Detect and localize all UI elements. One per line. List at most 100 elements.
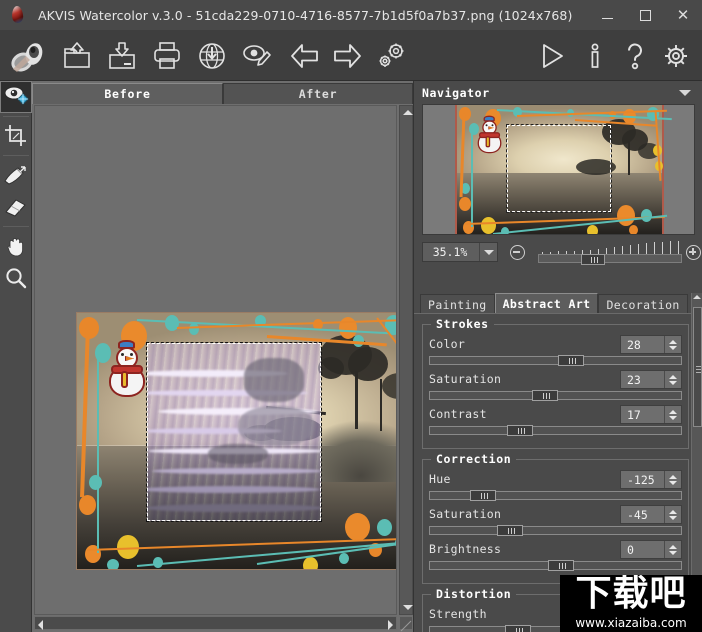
strokes-color-slider[interactable] [429,355,682,366]
scroll-left-arrow-icon[interactable] [38,620,43,630]
preview-selection-box[interactable] [146,342,322,522]
zoom-slider[interactable] [538,254,682,265]
help-question-icon[interactable] [618,39,652,73]
scroll-right-arrow-icon[interactable] [388,620,393,630]
tab-after[interactable]: After [223,83,413,104]
title-bar: AKVIS Watercolor v.3.0 - 51cda229-0710-4… [0,0,702,30]
rail-divider [3,155,29,156]
tab-abstract-art[interactable]: Abstract Art [494,293,599,314]
run-play-icon[interactable] [534,39,568,73]
group-distortion-title: Distortion [431,587,517,601]
correction-brightness-slider[interactable] [429,560,682,571]
akvis-droplet-logo-icon [7,4,29,26]
scroll-up-arrow-icon[interactable] [693,295,701,299]
spin-value: 23 [627,372,641,387]
open-image-icon[interactable] [60,39,94,73]
zoom-tool[interactable] [0,262,32,294]
spinner-arrows-icon[interactable] [664,541,681,558]
strokes-color-spinner[interactable]: 28 [620,335,682,354]
deco-dot [303,557,318,569]
settings-scroll-thumb[interactable] [693,307,702,427]
slider-thumb[interactable] [532,390,559,401]
deco-dot [89,475,102,490]
param-strokes-contrast: Contrast 17 [429,405,682,436]
print-image-icon[interactable] [150,39,184,73]
eraser-tool[interactable] [0,191,32,223]
zoom-slider-ticks [538,241,682,254]
chevron-down-icon[interactable] [679,90,691,96]
correction-saturation-slider[interactable] [429,525,682,536]
minimize-button[interactable] [588,0,626,30]
tab-before[interactable]: Before [32,83,223,104]
scroll-down-arrow-icon[interactable] [403,605,413,610]
image-view: Before After [32,81,413,632]
akvis-logo-icon [6,36,50,76]
slider-thumb[interactable] [547,560,574,571]
spinner-arrows-icon[interactable] [664,336,681,353]
akvis-watercolor-window: AKVIS Watercolor v.3.0 - 51cda229-0710-4… [0,0,702,632]
correction-hue-slider[interactable] [429,490,682,501]
zoom-slider-thumb[interactable] [581,254,605,265]
quick-preview-tool[interactable] [0,81,32,113]
param-correction-saturation: Saturation -45 [429,505,682,536]
navigator-thumbnail[interactable] [422,104,695,235]
spin-value: 28 [627,337,641,352]
correction-saturation-spinner[interactable]: -45 [620,505,682,524]
maximize-button[interactable] [626,0,664,30]
slider-thumb[interactable] [504,625,531,632]
spinner-arrows-icon[interactable] [664,406,681,423]
param-strokes-color: Color 28 [429,335,682,366]
deco-line [97,353,99,553]
canvas-vertical-scrollbar[interactable] [399,105,413,615]
tab-painting[interactable]: Painting [420,294,495,314]
spinner-arrows-icon[interactable] [664,506,681,523]
redo-arrow-icon[interactable] [330,39,364,73]
canvas-horizontal-scrollbar[interactable] [34,616,397,630]
tab-before-label: Before [104,87,151,101]
save-image-icon[interactable] [105,39,139,73]
navigator-header: Navigator [414,83,702,103]
slider-thumb[interactable] [469,490,496,501]
strokes-contrast-spinner[interactable]: 17 [620,405,682,424]
scroll-up-arrow-icon[interactable] [403,110,413,115]
deco-dot [189,323,199,335]
source-photo [76,312,396,570]
param-strokes-saturation: Saturation 23 [429,370,682,401]
tab-painting-label: Painting [428,297,487,312]
preferences-gear-icon[interactable] [659,39,693,73]
hand-tool[interactable] [0,230,32,262]
tab-abstract-art-label: Abstract Art [502,297,591,311]
canvas-viewport[interactable] [34,105,397,615]
strokes-saturation-spinner[interactable]: 23 [620,370,682,389]
navigator-viewport-rect[interactable] [506,124,612,213]
param-correction-brightness: Brightness 0 [429,540,682,571]
batch-gears-icon[interactable] [375,39,409,73]
zoom-controls: 35.1% [414,241,702,265]
crop-tool[interactable] [0,120,32,152]
chevron-down-icon[interactable] [479,243,497,261]
spinner-arrows-icon[interactable] [664,371,681,388]
rail-divider [3,116,29,117]
main-toolbar [0,30,702,81]
strokes-contrast-slider[interactable] [429,425,682,436]
slider-thumb[interactable] [507,425,534,436]
minus-circle-icon[interactable] [510,245,525,260]
zoom-level-combo[interactable]: 35.1% [422,242,498,262]
strokes-saturation-slider[interactable] [429,390,682,401]
tab-decoration[interactable]: Decoration [598,294,688,314]
plus-circle-icon[interactable] [686,245,701,260]
spin-value: -45 [627,507,648,522]
correction-hue-spinner[interactable]: -125 [620,470,682,489]
preview-edit-icon[interactable] [240,39,274,73]
correction-brightness-spinner[interactable]: 0 [620,540,682,559]
slider-thumb[interactable] [557,355,584,366]
tab-after-label: After [298,87,338,101]
close-button[interactable]: ✕ [664,0,702,30]
slider-thumb[interactable] [497,525,524,536]
publish-web-icon[interactable] [195,39,229,73]
param-correction-hue: Hue -125 [429,470,682,501]
undo-arrow-icon[interactable] [288,39,322,73]
about-info-icon[interactable] [578,39,612,73]
spinner-arrows-icon[interactable] [664,471,681,488]
history-brush-tool[interactable] [0,159,32,191]
